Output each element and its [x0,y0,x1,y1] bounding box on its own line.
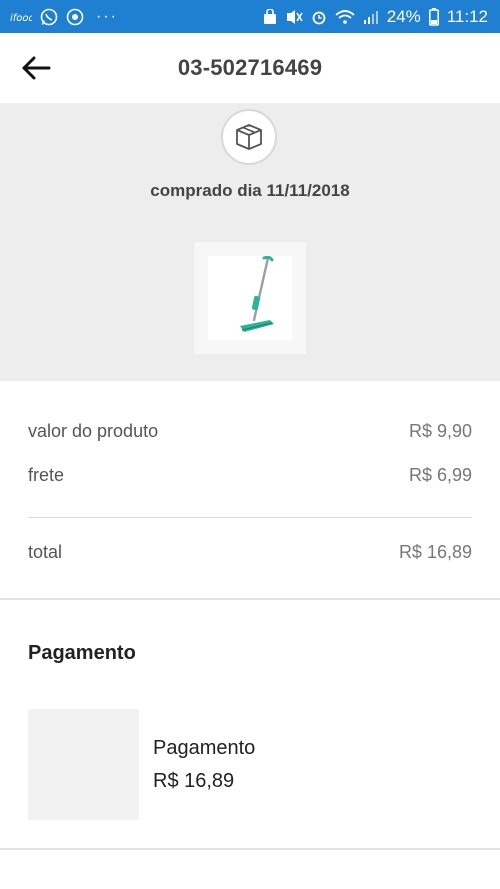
nfc-mute-icon [285,9,303,25]
order-number-title: 03-502716469 [177,55,323,80]
secure-folder-icon [263,8,277,25]
product-price-label: valor do produto [28,420,159,441]
battery-icon [428,7,439,26]
spray-mop-image [240,256,274,332]
order-summary: comprado dia 11/11/2018 [0,103,500,381]
divider [28,517,472,518]
wifi-icon [335,9,355,25]
alarm-icon [311,9,327,25]
signal-icon [363,9,379,25]
status-bar-left: ifood ··· [10,8,118,26]
svg-text:ifood: ifood [10,13,32,24]
status-bar: ifood ··· 24% 11:12 [0,0,500,33]
total-row: total R$ 16,89 [28,530,472,574]
total-label: total [28,541,63,562]
payment-info: Pagamento R$ 16,89 [153,737,255,793]
product-thumbnail[interactable] [194,242,306,354]
payment-method-image [28,709,139,820]
total-value: R$ 16,89 [398,541,472,562]
package-box-icon [236,124,262,150]
package-badge [221,109,277,165]
shipping-label: frete [28,464,65,485]
section-divider [0,598,500,600]
payment-method-card[interactable]: Pagamento R$ 16,89 [0,709,500,820]
more-notifications-icon: ··· [96,7,118,25]
chrome-icon [66,8,84,26]
clock: 11:12 [446,6,488,26]
product-price-value: R$ 9,90 [408,420,472,441]
battery-percent: 24% [386,6,421,26]
back-button[interactable] [18,53,54,83]
shipping-value: R$ 6,99 [408,464,472,485]
payment-amount: R$ 16,89 [153,769,235,792]
payment-heading: Pagamento [28,642,136,664]
app-bar: 03-502716469 [0,33,500,103]
shipping-row: frete R$ 6,99 [28,453,472,497]
whatsapp-icon [40,8,58,26]
section-divider-bottom [0,848,500,850]
payment-method-label: Pagamento [153,736,256,759]
product-image [208,256,292,340]
product-price-row: valor do produto R$ 9,90 [28,409,472,453]
arrow-left-icon [22,56,51,80]
app-notification-icon: ifood [10,10,32,24]
price-breakdown: valor do produto R$ 9,90 frete R$ 6,99 t… [0,409,500,574]
status-bar-right: 24% 11:12 [263,7,488,27]
purchase-date: comprado dia 11/11/2018 [150,181,350,200]
